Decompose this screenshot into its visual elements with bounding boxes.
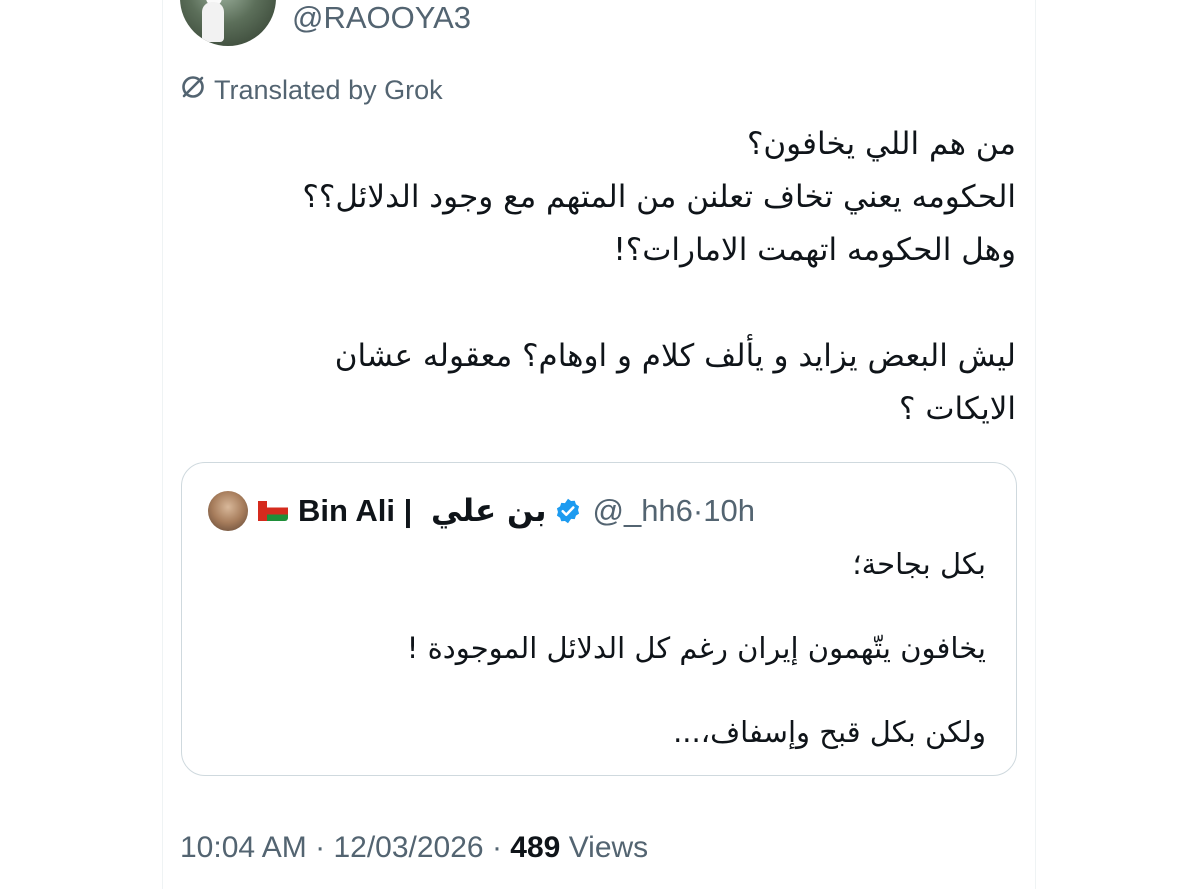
quoted-dot-separator: · xyxy=(692,493,704,528)
avatar-figure-body xyxy=(202,2,224,42)
quoted-timestamp[interactable]: 10h xyxy=(703,493,755,529)
tweet-meta: 10:04 AM · 12/03/2026 · 489 Views xyxy=(180,826,648,870)
tweet-date[interactable]: 12/03/2026 xyxy=(333,831,483,864)
tweet-line: الايكات ؟ xyxy=(899,391,1016,427)
quoted-author-avatar[interactable] xyxy=(208,491,248,531)
views-count[interactable]: 489 xyxy=(510,831,560,864)
author-handle[interactable]: @RAOOYA3 xyxy=(292,0,471,36)
views-label[interactable]: Views xyxy=(569,831,648,864)
quoted-author-name-en: Bin Ali xyxy=(298,493,396,528)
meta-dot-separator: · xyxy=(491,831,502,864)
quoted-author-handle[interactable]: @_hh6 xyxy=(592,493,692,529)
translated-label: Translated by Grok xyxy=(214,74,443,105)
tweet-line: من هم اللي يخافون؟ xyxy=(746,126,1016,162)
quoted-line: بكل بجاحة؛ xyxy=(852,547,986,581)
timeline-border-right xyxy=(1035,0,1036,889)
timeline-border-left xyxy=(162,0,163,889)
tweet-line: ليش البعض يزايد و يألف كلام و اوهام؟ معق… xyxy=(334,338,1016,374)
quoted-line: ولكن بكل قبح وإسفاف،... xyxy=(673,715,986,749)
tweet-body: من هم اللي يخافون؟ الحكومه يعني تخاف تعل… xyxy=(256,118,1016,436)
quoted-author-name-ar: بن علي xyxy=(430,493,547,529)
tweet-line: وهل الحكومه اتهمت الامارات؟! xyxy=(613,232,1016,268)
name-separator: | xyxy=(403,493,413,528)
verified-badge-icon xyxy=(554,497,582,525)
translated-by-grok[interactable]: Translated by Grok xyxy=(180,72,443,108)
quoted-blank-line xyxy=(226,669,986,711)
author-avatar[interactable] xyxy=(180,0,276,46)
quoted-blank-line xyxy=(226,585,986,627)
quoted-tweet-body: بكل بجاحة؛ يخافون يتّهمون إيران رغم كل ا… xyxy=(226,543,986,753)
tweet-line: الحكومه يعني تخاف تعلنن من المتهم مع وجو… xyxy=(302,179,1016,215)
grok-translate-icon xyxy=(180,74,214,107)
quoted-line: يخافون يتّهمون إيران رغم كل الدلائل المو… xyxy=(406,631,986,665)
quoted-tweet-card[interactable]: Bin Ali | بن علي @_hh6 · 10h بكل بجاحة؛ … xyxy=(181,462,1017,776)
quoted-tweet-header: Bin Ali | بن علي @_hh6 · 10h xyxy=(208,491,755,531)
tweet-time[interactable]: 10:04 AM xyxy=(180,831,307,864)
quoted-author-name[interactable]: Bin Ali | بن علي xyxy=(298,493,546,529)
meta-dot-separator: · xyxy=(315,831,326,864)
oman-flag-icon xyxy=(258,501,288,521)
